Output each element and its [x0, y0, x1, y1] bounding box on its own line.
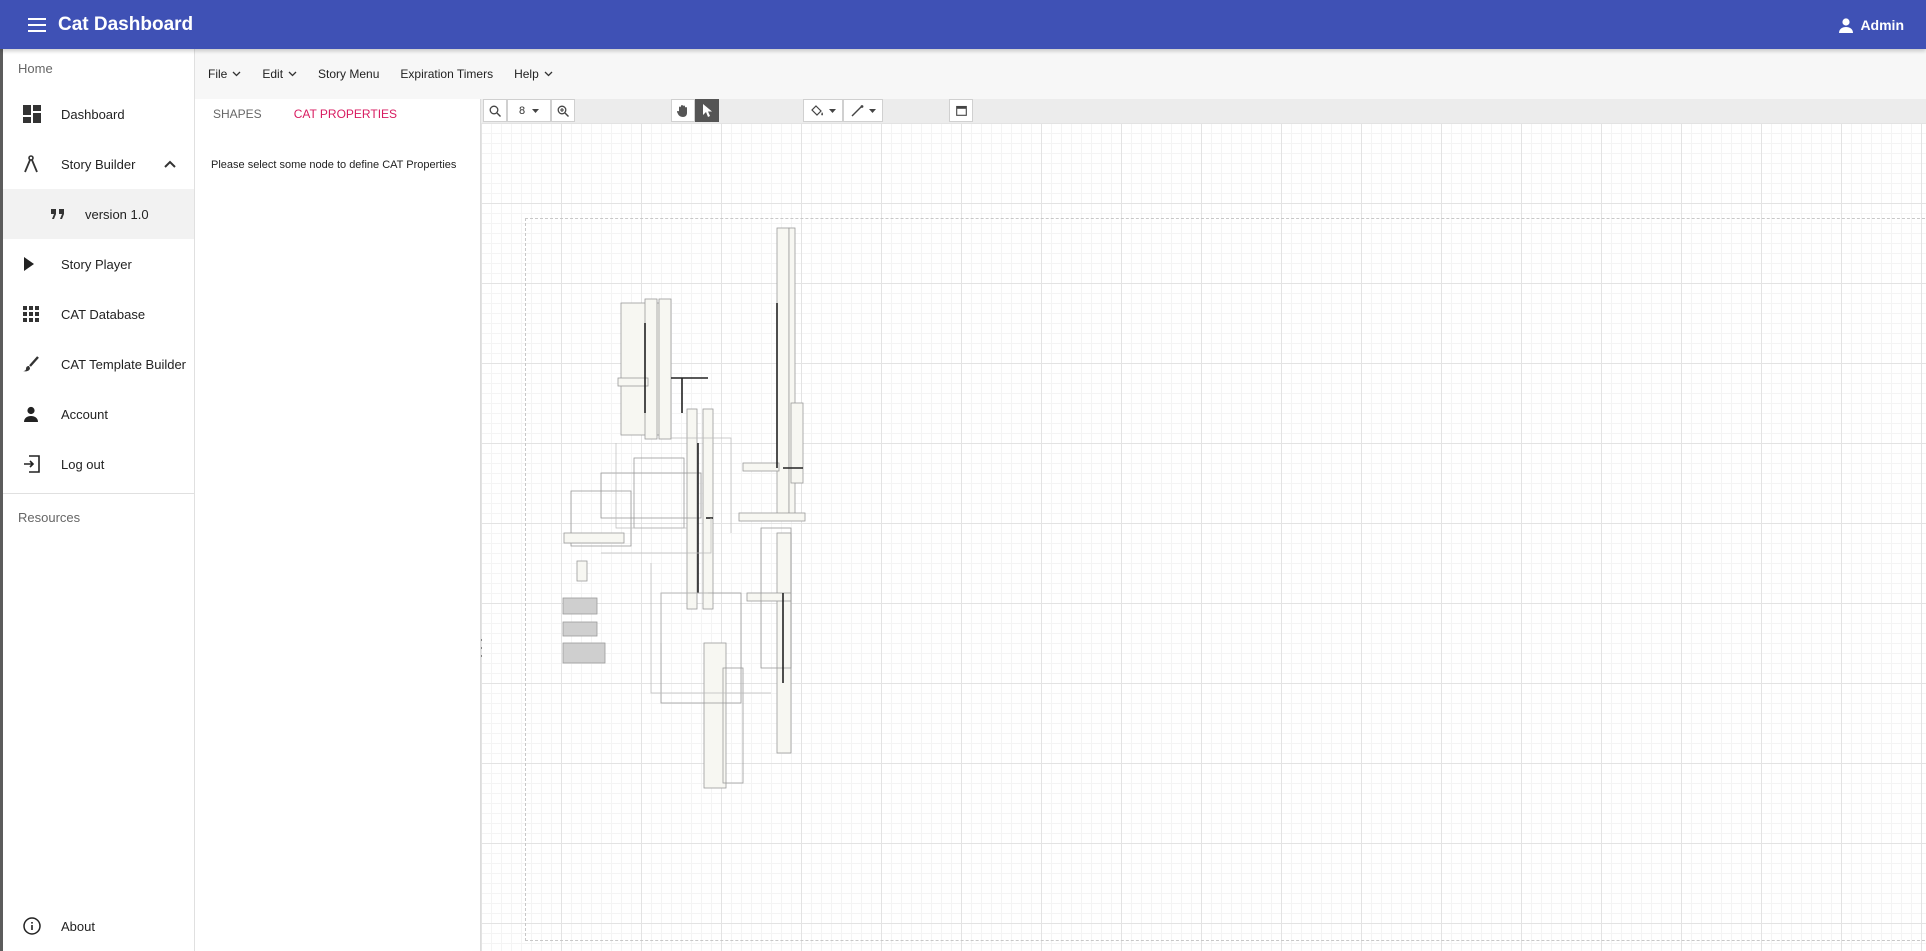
- hamburger-menu-icon[interactable]: [22, 10, 52, 40]
- panel-resize-handle[interactable]: [481, 639, 484, 657]
- menu-story-menu[interactable]: Story Menu: [318, 67, 379, 81]
- chevron-up-icon[interactable]: [164, 156, 176, 171]
- home-header: Home: [18, 61, 53, 76]
- person-icon: [1839, 17, 1854, 33]
- menu-label: Expiration Timers: [400, 67, 494, 81]
- play-icon: [23, 257, 51, 271]
- properties-panel: SHAPES CAT PROPERTIES Please select some…: [195, 99, 481, 951]
- story-graph-diagram[interactable]: [481, 123, 1926, 951]
- sidebar-item-label: Account: [61, 406, 108, 422]
- menu-expiration-timers[interactable]: Expiration Timers: [400, 67, 493, 81]
- sidebar-item-cat-database[interactable]: CAT Database: [3, 289, 194, 339]
- exit-icon: [23, 455, 51, 473]
- menu-file[interactable]: File: [208, 67, 241, 81]
- line-style-icon[interactable]: [843, 99, 883, 122]
- sidebar-item-label: Story Player: [61, 256, 132, 272]
- resize-dot: [481, 647, 482, 649]
- sidebar: Home Dashboard Story Builder version 1.0…: [0, 49, 195, 951]
- panel-tabs: SHAPES CAT PROPERTIES: [195, 99, 480, 129]
- caret-down-icon: [868, 108, 876, 113]
- menu-label: Edit: [262, 67, 284, 81]
- sidebar-item-about[interactable]: About: [3, 901, 194, 951]
- quote-icon: [51, 209, 75, 219]
- sidebar-item-label: CAT Database: [61, 306, 146, 322]
- sidebar-item-account[interactable]: Account: [3, 389, 194, 439]
- user-menu[interactable]: Admin: [1838, 0, 1904, 49]
- empty-selection-message: Please select some node to define CAT Pr…: [211, 159, 457, 171]
- menu-help[interactable]: Help: [514, 67, 553, 81]
- sidebar-item-log-out[interactable]: Log out: [3, 439, 194, 489]
- caret-down-icon: [828, 108, 836, 113]
- chevron-down-icon: [288, 71, 297, 77]
- pointer-icon[interactable]: [695, 99, 719, 122]
- info-icon: [23, 917, 51, 935]
- apps-grid-icon: [23, 306, 51, 322]
- fill-color-icon[interactable]: [803, 99, 843, 122]
- zoom-value: 8: [518, 104, 526, 117]
- sidebar-item-label: Story Builder: [61, 156, 136, 172]
- menu-bar: File Edit Story Menu Expiration Timers H…: [195, 49, 1926, 100]
- zoom-in-icon[interactable]: [551, 99, 575, 122]
- diagram-canvas[interactable]: [481, 123, 1926, 951]
- sidebar-item-story-builder[interactable]: Story Builder: [3, 139, 194, 189]
- tab-shapes[interactable]: SHAPES: [213, 107, 262, 121]
- compass-icon: [23, 155, 51, 173]
- sidebar-item-dashboard[interactable]: Dashboard: [3, 89, 194, 139]
- tab-cat-properties[interactable]: CAT PROPERTIES: [294, 107, 397, 121]
- sidebar-item-story-player[interactable]: Story Player: [3, 239, 194, 289]
- app-bar: Cat Dashboard Admin: [0, 0, 1926, 49]
- pan-hand-icon[interactable]: [671, 99, 695, 122]
- chevron-down-icon: [544, 71, 553, 77]
- resize-dot: [481, 639, 482, 641]
- zoom-level-select[interactable]: 8: [507, 99, 551, 122]
- menu-label: Story Menu: [318, 67, 380, 81]
- divider: [3, 493, 194, 494]
- menu-label: Help: [514, 67, 539, 81]
- sidebar-item-label: Log out: [61, 456, 105, 472]
- app-title: Cat Dashboard: [58, 13, 194, 35]
- diagram-toolbar: 8: [481, 99, 1926, 124]
- calendar-icon[interactable]: [949, 99, 973, 122]
- dashboard-icon: [23, 105, 51, 123]
- sidebar-item-version[interactable]: version 1.0: [3, 189, 194, 239]
- chevron-down-icon: [232, 71, 241, 77]
- menu-label: File: [208, 67, 228, 81]
- caret-down-icon: [532, 108, 540, 113]
- resize-dot: [481, 655, 482, 657]
- menu-edit[interactable]: Edit: [262, 67, 297, 81]
- brush-icon: [23, 356, 51, 372]
- sidebar-item-cat-template-builder[interactable]: CAT Template Builder: [3, 339, 194, 389]
- user-name: Admin: [1860, 16, 1904, 33]
- sidebar-item-label: version 1.0: [85, 206, 149, 222]
- person-icon: [23, 406, 51, 422]
- sidebar-item-label: Dashboard: [61, 106, 125, 122]
- sidebar-item-label: About: [61, 918, 95, 934]
- resources-header: Resources: [18, 510, 81, 525]
- sidebar-item-label: CAT Template Builder: [61, 356, 187, 372]
- zoom-out-icon[interactable]: [483, 99, 507, 122]
